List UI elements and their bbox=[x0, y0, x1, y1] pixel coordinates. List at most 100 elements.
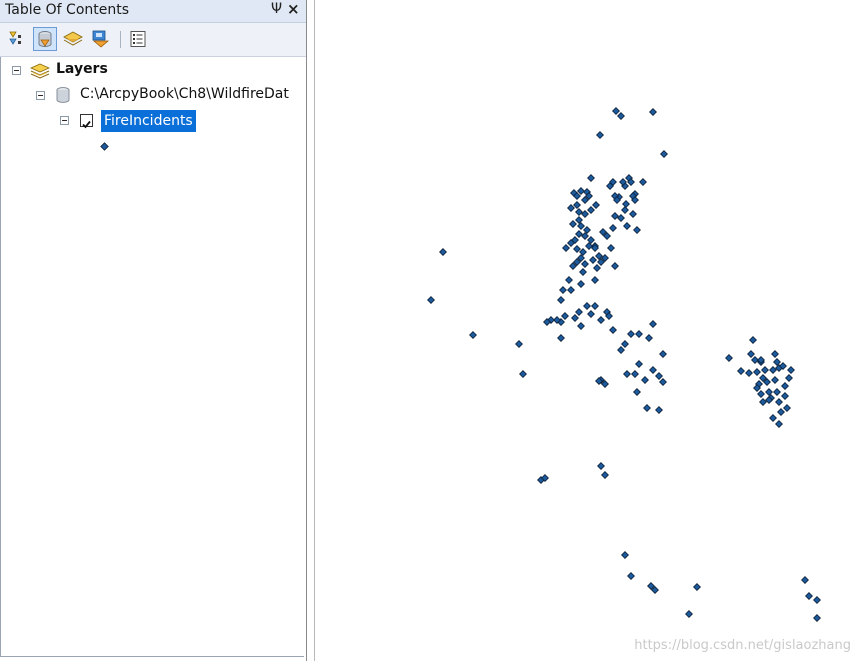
fire-incident-point[interactable] bbox=[785, 374, 793, 382]
fire-incident-point[interactable] bbox=[737, 367, 745, 375]
close-icon[interactable]: × bbox=[287, 0, 300, 18]
fire-incident-point[interactable] bbox=[645, 334, 653, 342]
fire-incident-point[interactable] bbox=[765, 388, 773, 396]
fire-incident-point[interactable] bbox=[593, 264, 601, 272]
fire-incident-point[interactable] bbox=[621, 551, 629, 559]
fire-incident-point[interactable] bbox=[581, 232, 589, 240]
fire-incident-point[interactable] bbox=[617, 214, 625, 222]
fire-incident-point[interactable] bbox=[769, 414, 777, 422]
fire-incident-point[interactable] bbox=[575, 216, 583, 224]
fire-incident-point[interactable] bbox=[749, 336, 757, 344]
fire-incident-point[interactable] bbox=[587, 206, 595, 214]
fire-incident-point[interactable] bbox=[573, 201, 581, 209]
fire-incident-point[interactable] bbox=[575, 208, 583, 216]
fire-incident-point[interactable] bbox=[622, 200, 630, 208]
fire-incident-point[interactable] bbox=[813, 614, 821, 622]
fire-incident-point[interactable] bbox=[577, 322, 585, 330]
fire-incident-point[interactable] bbox=[631, 370, 639, 378]
fire-incident-point[interactable] bbox=[771, 376, 779, 384]
fire-incident-point[interactable] bbox=[757, 390, 765, 398]
fire-incident-point[interactable] bbox=[801, 576, 809, 584]
map-canvas[interactable] bbox=[315, 0, 859, 661]
fire-incident-point[interactable] bbox=[643, 404, 651, 412]
source-collapse-toggle[interactable] bbox=[36, 91, 45, 100]
fire-incident-point[interactable] bbox=[597, 316, 605, 324]
fire-incident-point[interactable] bbox=[439, 248, 447, 256]
layer-visibility-checkbox[interactable] bbox=[80, 114, 93, 129]
fire-incident-point[interactable] bbox=[565, 276, 573, 284]
fire-incident-point[interactable] bbox=[559, 286, 567, 294]
fire-incident-point[interactable] bbox=[567, 204, 575, 212]
fire-incident-point[interactable] bbox=[611, 262, 619, 270]
fire-incident-point[interactable] bbox=[591, 276, 599, 284]
fire-incident-point[interactable] bbox=[627, 330, 635, 338]
fire-incident-point[interactable] bbox=[587, 174, 595, 182]
fire-incident-point[interactable] bbox=[609, 224, 617, 232]
layer-collapse-toggle[interactable] bbox=[60, 116, 69, 125]
fire-incident-point[interactable] bbox=[649, 366, 657, 374]
fire-incident-point[interactable] bbox=[592, 201, 600, 209]
fire-incident-point[interactable] bbox=[659, 378, 667, 386]
fire-incident-point[interactable] bbox=[577, 222, 585, 230]
fire-incident-point[interactable] bbox=[753, 368, 761, 376]
fire-incident-point[interactable] bbox=[813, 596, 821, 604]
fire-incident-point[interactable] bbox=[577, 280, 585, 288]
fire-incident-point[interactable] bbox=[747, 350, 755, 358]
fire-incident-point[interactable] bbox=[633, 388, 641, 396]
fire-incident-point[interactable] bbox=[557, 334, 565, 342]
fire-incident-point[interactable] bbox=[585, 242, 593, 250]
fire-incident-point[interactable] bbox=[629, 210, 637, 218]
fire-incident-point[interactable] bbox=[759, 398, 767, 406]
fire-incident-point[interactable] bbox=[581, 210, 589, 218]
fire-incident-point[interactable] bbox=[469, 331, 477, 339]
fire-incident-point[interactable] bbox=[635, 360, 643, 368]
source-path-label[interactable]: C:\ArcpyBook\Ch8\WildfireDat bbox=[80, 86, 289, 102]
fire-incident-point[interactable] bbox=[781, 382, 789, 390]
fire-incident-point[interactable] bbox=[655, 372, 663, 380]
fire-incident-point[interactable] bbox=[617, 112, 625, 120]
fire-incident-point[interactable] bbox=[612, 107, 620, 115]
fire-incident-point[interactable] bbox=[575, 308, 583, 316]
fire-incident-point[interactable] bbox=[573, 245, 581, 253]
fire-incident-point[interactable] bbox=[773, 358, 781, 366]
fire-incident-point[interactable] bbox=[589, 256, 597, 264]
fire-incident-point[interactable] bbox=[745, 369, 753, 377]
fire-incident-point[interactable] bbox=[587, 310, 595, 318]
fire-incident-point[interactable] bbox=[617, 346, 625, 354]
options-button[interactable] bbox=[126, 27, 150, 51]
fire-incident-point[interactable] bbox=[685, 610, 693, 618]
fire-incident-point[interactable] bbox=[655, 406, 663, 414]
layers-collapse-toggle[interactable] bbox=[12, 66, 21, 75]
fire-incident-point[interactable] bbox=[515, 340, 523, 348]
fire-incident-point[interactable] bbox=[649, 320, 657, 328]
fire-incident-point[interactable] bbox=[641, 376, 649, 384]
fire-incident-point[interactable] bbox=[623, 222, 631, 230]
fire-incident-point[interactable] bbox=[805, 592, 813, 600]
list-by-visibility-button[interactable] bbox=[61, 27, 85, 51]
fire-incident-point[interactable] bbox=[725, 354, 733, 362]
fire-incident-point[interactable] bbox=[561, 312, 569, 320]
fire-incident-point[interactable] bbox=[761, 366, 769, 374]
fire-incident-point[interactable] bbox=[621, 340, 629, 348]
fire-incident-point[interactable] bbox=[571, 314, 579, 322]
fire-incident-point[interactable] bbox=[569, 220, 577, 228]
fire-incident-point[interactable] bbox=[781, 392, 789, 400]
fire-incident-point[interactable] bbox=[693, 583, 701, 591]
fire-incident-point[interactable] bbox=[649, 108, 657, 116]
fire-incident-point[interactable] bbox=[575, 230, 583, 238]
fire-incident-point[interactable] bbox=[562, 244, 570, 252]
fire-incident-point[interactable] bbox=[583, 302, 591, 310]
list-by-source-button[interactable] bbox=[33, 27, 57, 51]
fire-incident-point[interactable] bbox=[591, 302, 599, 310]
fire-incident-point[interactable] bbox=[633, 226, 641, 234]
fire-incident-point[interactable] bbox=[607, 244, 615, 252]
fire-incident-point[interactable] bbox=[557, 296, 565, 304]
fire-incident-point[interactable] bbox=[660, 150, 668, 158]
fire-incident-point[interactable] bbox=[627, 572, 635, 580]
layers-node-label[interactable]: Layers bbox=[56, 61, 108, 77]
fire-incident-point[interactable] bbox=[623, 370, 631, 378]
fire-incident-point[interactable] bbox=[769, 366, 777, 374]
fire-incident-point[interactable] bbox=[771, 350, 779, 358]
fire-incident-point[interactable] bbox=[609, 326, 617, 334]
fire-incident-point[interactable] bbox=[601, 471, 609, 479]
